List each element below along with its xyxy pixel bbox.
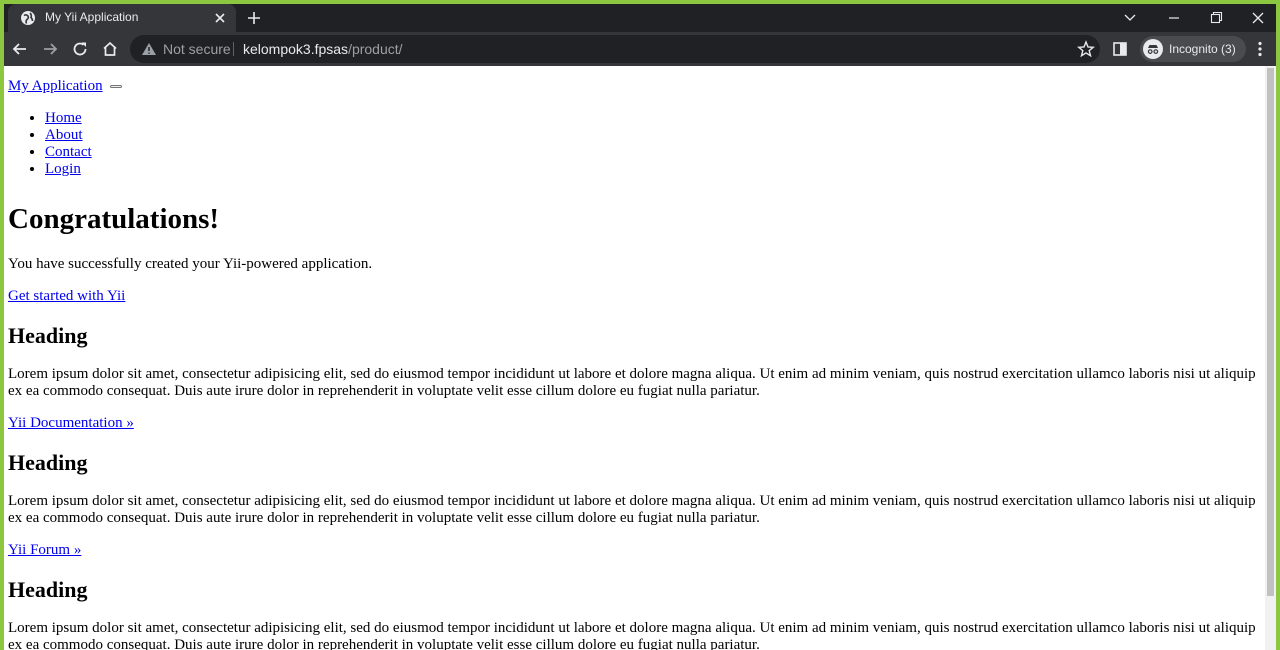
address-bar[interactable]: Not secure kelompok3.fpsas/product/ (130, 35, 1100, 63)
nav-link-contact[interactable]: Contact (45, 144, 92, 160)
incognito-label: Incognito (3) (1169, 42, 1236, 56)
browser-toolbar: Not secure kelompok3.fpsas/product/ Inco… (4, 32, 1276, 66)
tab-strip: My Yii Application (4, 4, 1276, 32)
page-viewport[interactable]: My Application Home About Contact Login … (4, 66, 1276, 650)
omnibox-divider (233, 42, 234, 56)
page-content: My Application Home About Contact Login … (8, 66, 1258, 650)
scrollbar[interactable] (1265, 66, 1276, 650)
incognito-icon (1143, 39, 1163, 59)
nav-link-home[interactable]: Home (45, 110, 82, 126)
browser-window: My Yii Application Not secure kelompok3.… (4, 4, 1276, 650)
section-heading: Heading (8, 323, 88, 348)
tab-title: My Yii Application (45, 10, 139, 24)
brand-link[interactable]: My Application (8, 78, 103, 94)
navbar: My Application (8, 78, 1258, 95)
forward-arrow-icon[interactable] (40, 39, 60, 59)
get-started-link[interactable]: Get started with Yii (8, 288, 125, 304)
nav-link-about[interactable]: About (45, 127, 83, 143)
minimize-icon[interactable] (1160, 6, 1188, 30)
navbar-toggle-button[interactable] (110, 85, 123, 89)
nav-list: Home About Contact Login (8, 110, 1258, 178)
back-arrow-icon[interactable] (10, 39, 30, 59)
more-options-icon[interactable] (1250, 39, 1270, 59)
nav-item-home: Home (45, 110, 1258, 127)
security-status[interactable]: Not secure (163, 41, 231, 57)
page-title: Congratulations! (8, 203, 220, 235)
bookmark-star-icon[interactable] (1076, 39, 1096, 59)
globe-icon (21, 11, 35, 25)
section-text: Lorem ipsum dolor sit amet, consectetur … (8, 493, 1256, 526)
section-text: Lorem ipsum dolor sit amet, consectetur … (8, 620, 1256, 650)
warning-icon[interactable] (141, 41, 157, 57)
scrollbar-thumb[interactable] (1267, 68, 1274, 596)
incognito-button[interactable]: Incognito (3) (1140, 36, 1246, 62)
tab-search-chevron-icon[interactable] (1116, 6, 1144, 30)
restore-icon[interactable] (1202, 6, 1230, 30)
nav-link-login[interactable]: Login (45, 161, 81, 177)
url-text[interactable]: kelompok3.fpsas/product/ (243, 41, 403, 57)
close-tab-icon[interactable] (210, 8, 230, 28)
url-host: kelompok3.fpsas (243, 41, 349, 57)
nav-item-login: Login (45, 161, 1258, 178)
section-text: Lorem ipsum dolor sit amet, consectetur … (8, 366, 1256, 399)
section-heading: Heading (8, 450, 88, 475)
nav-item-about: About (45, 127, 1258, 144)
home-icon[interactable] (100, 39, 120, 59)
reload-icon[interactable] (70, 39, 90, 59)
yii-forum-link[interactable]: Yii Forum » (8, 542, 81, 558)
close-window-icon[interactable] (1244, 6, 1272, 30)
tab-active[interactable]: My Yii Application (8, 4, 236, 32)
nav-item-contact: Contact (45, 144, 1258, 161)
new-tab-icon[interactable] (244, 8, 264, 28)
yii-documentation-link[interactable]: Yii Documentation » (8, 415, 134, 431)
side-panel-icon[interactable] (1110, 39, 1130, 59)
url-path: /product/ (348, 41, 403, 57)
lead-text: You have successfully created your Yii-p… (8, 256, 373, 272)
section-heading: Heading (8, 577, 88, 602)
